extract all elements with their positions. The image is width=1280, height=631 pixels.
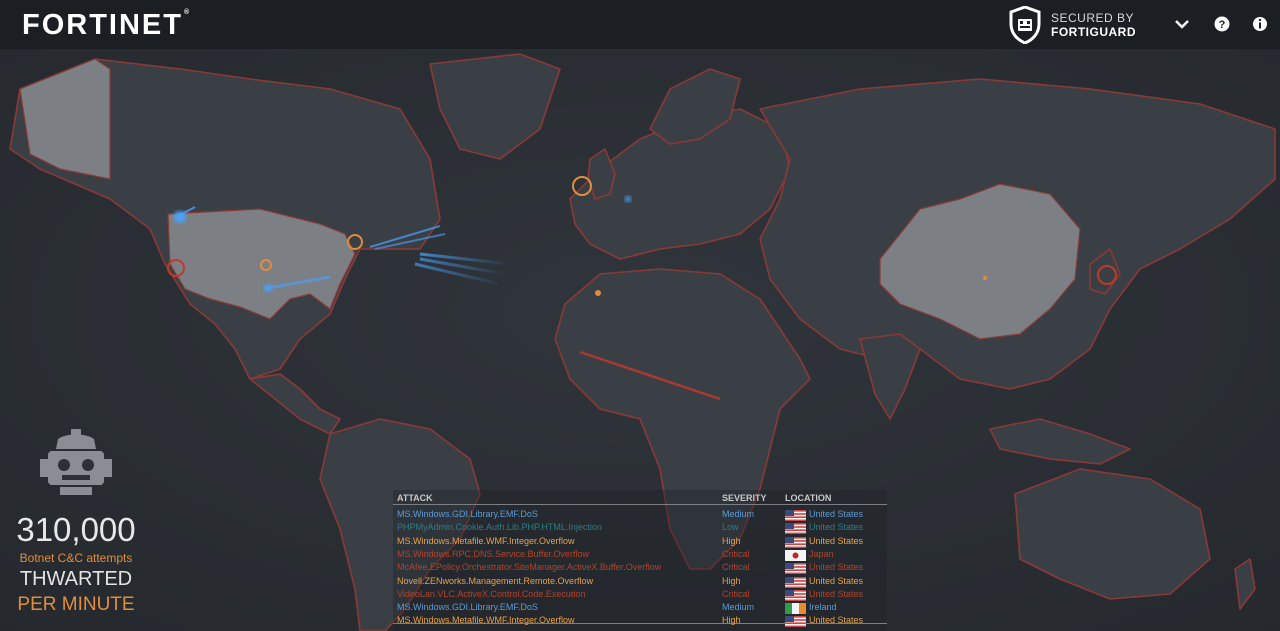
botnet-label: Botnet C&C attempts: [19, 551, 133, 565]
flag-icon-jp: [785, 549, 806, 561]
column-header-location: LOCATION: [785, 493, 832, 503]
flag-icon-ie: [785, 603, 806, 615]
table-row[interactable]: VideoLan.VLC.ActiveX.Control.Code.Execut…: [393, 589, 887, 602]
flag-icon-us: [785, 616, 806, 628]
chevron-down-icon[interactable]: [1172, 14, 1192, 34]
table-row[interactable]: MS.Windows.GDI.Library.EMF.DoS Medium Irel…: [393, 602, 887, 615]
brand-mark: ®: [184, 9, 192, 16]
table-row[interactable]: Novell.ZENworks.Management.Remote.Overfl…: [393, 576, 887, 589]
attack-name: MS.Windows.GDI.Library.EMF.DoS: [397, 509, 538, 519]
location-value: United States: [809, 615, 864, 626]
table-row[interactable]: MS.Windows.RPC.DNS.Service.Buffer.Overfl…: [393, 549, 887, 562]
flag-icon-us: [785, 563, 806, 575]
location-value: Japan: [809, 548, 834, 559]
secured-line1: SECURED BY: [1051, 11, 1135, 25]
location-value: United States: [809, 588, 864, 599]
attack-name: Novell.ZENworks.Management.Remote.Overfl…: [397, 575, 594, 586]
per-minute-label: PER MINUTE: [17, 594, 135, 615]
attack-point: [174, 211, 186, 223]
attack-name: MS.Windows.GDI.Library.EMF.DoS: [397, 602, 538, 613]
top-bar: FORTINET® SECURED BY FORTIGUARD ?: [0, 0, 1280, 49]
location-value: United States: [809, 535, 864, 546]
attack-name: PHPMyAdmin.Cookie.Auth.Lib.PHP.HTML.Inje…: [397, 522, 602, 533]
location-value: United States: [809, 522, 864, 533]
botnet-count: 310,000: [16, 511, 136, 548]
attack-name: McAfee.EPolicy.Orchestrator.SiteManager.…: [397, 562, 662, 573]
attack-name: VideoLan.VLC.ActiveX.Control.Code.Execut…: [397, 588, 586, 599]
robot-icon: [40, 429, 112, 495]
attack-point: [595, 290, 601, 296]
location-value: United States: [809, 575, 864, 586]
table-row[interactable]: MS.Windows.Metafile.WMF.Integer.Overflow…: [393, 536, 887, 549]
attack-name: MS.Windows.Metafile.WMF.Integer.Overflow: [397, 615, 575, 626]
thwarted-label: THWARTED: [19, 568, 133, 590]
attack-name: MS.Windows.RPC.DNS.Service.Buffer.Overfl…: [397, 548, 589, 559]
table-row[interactable]: MS.Windows.Metafile.WMF.Integer.Overflow…: [393, 615, 887, 628]
attack-point: [625, 196, 631, 202]
severity-value: Low: [722, 522, 739, 533]
flag-icon-us: [785, 523, 806, 535]
attack-point: [983, 276, 987, 280]
flag-icon-us: [785, 510, 806, 521]
help-icon[interactable]: ?: [1212, 14, 1232, 34]
severity-value: High: [722, 615, 741, 626]
severity-value: High: [722, 575, 741, 586]
severity-value: Medium: [722, 509, 755, 519]
severity-value: Critical: [722, 548, 750, 559]
flag-icon-us: [785, 536, 806, 548]
severity-value: Critical: [722, 588, 750, 599]
fortinet-logo[interactable]: FORTINET®: [22, 9, 191, 42]
header-divider: [393, 504, 887, 505]
table-row[interactable]: PHPMyAdmin.Cookie.Auth.Lib.PHP.HTML.Inje…: [393, 522, 887, 535]
attack-name: MS.Windows.Metafile.WMF.Integer.Overflow: [397, 535, 575, 546]
info-icon[interactable]: [1250, 14, 1270, 34]
secured-by-fortiguard: SECURED BY FORTIGUARD: [1008, 6, 1138, 44]
svg-text:?: ?: [1219, 19, 1226, 31]
severity-value: High: [722, 535, 741, 546]
attack-feed-table[interactable]: ATTACK SEVERITY LOCATION MS.Windows.GDI.…: [393, 490, 887, 631]
column-header-severity: SEVERITY: [722, 493, 767, 503]
attack-point: [264, 284, 272, 292]
table-row[interactable]: MS.Windows.GDI.Library.EMF.DoS Medium Unit…: [393, 509, 887, 522]
secured-line2: FORTIGUARD: [1051, 25, 1136, 39]
severity-value: Critical: [722, 562, 750, 573]
shield-icon: [1009, 6, 1041, 44]
location-value: United States: [809, 562, 864, 573]
column-header-attack: ATTACK: [397, 493, 433, 503]
location-value: Ireland: [809, 602, 837, 613]
flag-icon-us: [785, 576, 806, 588]
flag-icon-us: [785, 589, 806, 601]
brand-name: FORTINET: [22, 9, 183, 41]
table-row[interactable]: McAfee.EPolicy.Orchestrator.SiteManager.…: [393, 562, 887, 575]
location-value: United States: [809, 509, 864, 519]
severity-value: Medium: [722, 602, 755, 613]
